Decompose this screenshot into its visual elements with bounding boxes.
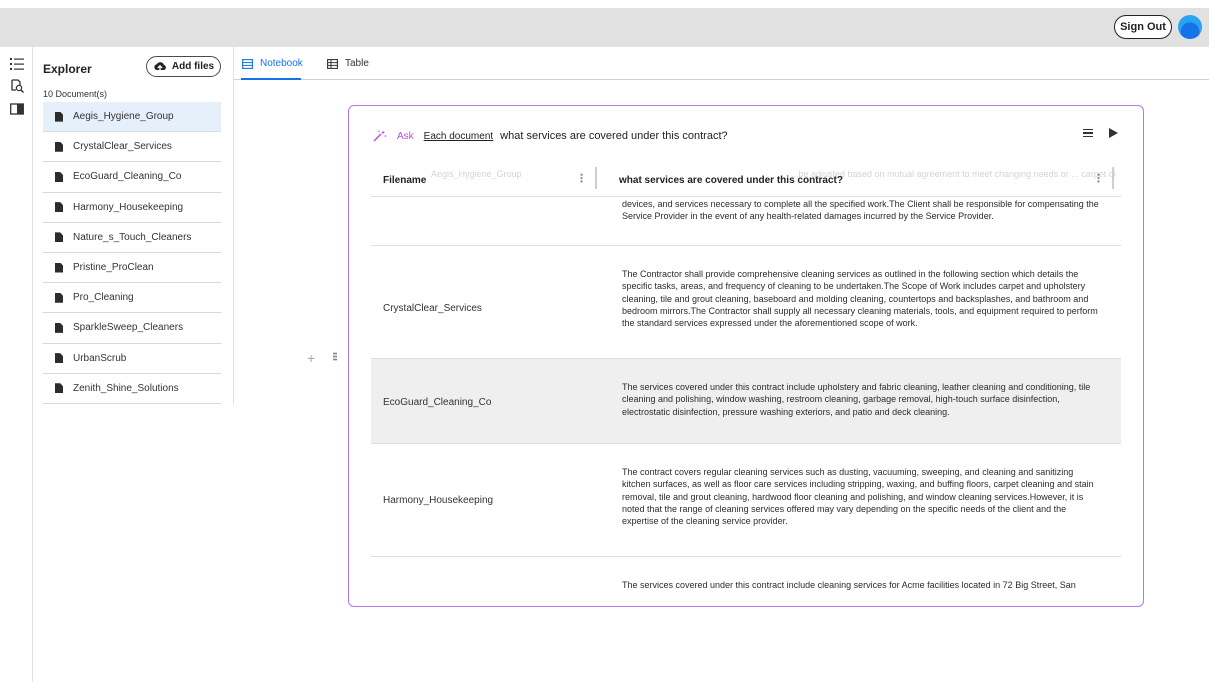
run-icon[interactable] [1109, 128, 1118, 138]
document-item[interactable]: CrystalClear_Services [43, 132, 221, 163]
add-files-label: Add files [171, 61, 215, 72]
column-menu-icon[interactable] [1097, 173, 1100, 183]
left-rail [0, 47, 33, 682]
sign-out-button[interactable]: Sign Out [1114, 15, 1172, 39]
active-tab-indicator [241, 78, 301, 80]
document-list: Aegis_Hygiene_Group CrystalClear_Services… [43, 102, 221, 404]
tab-table[interactable]: Table [327, 58, 369, 69]
document-name: Zenith_Shine_Solutions [73, 382, 179, 394]
document-name: Nature_s_Touch_Cleaners [73, 231, 192, 243]
avatar[interactable] [1178, 15, 1202, 39]
row-answer: devices, and services necessary to compl… [622, 199, 1099, 222]
file-icon [55, 322, 63, 333]
document-name: UrbanScrub [73, 352, 127, 364]
notebook-cell: Ask Each document what services are cove… [348, 105, 1144, 607]
document-item[interactable]: UrbanScrub [43, 344, 221, 374]
table-row[interactable]: The services covered under this contract… [371, 557, 1121, 606]
notebook-icon [242, 58, 253, 69]
scope-selector[interactable]: Each document [424, 131, 494, 142]
document-name: EcoGuard_Cleaning_Co [73, 171, 182, 183]
column-header-question[interactable]: what services are covered under this con… [619, 175, 843, 186]
document-name: Aegis_Hygiene_Group [73, 111, 174, 123]
document-item[interactable]: Pristine_ProClean [43, 253, 221, 284]
file-icon [55, 262, 63, 273]
tab-table-label: Table [345, 58, 369, 69]
document-item[interactable]: EcoGuard_Cleaning_Co [43, 162, 221, 193]
menu-icon[interactable] [1083, 129, 1093, 137]
document-name: Pristine_ProClean [73, 262, 154, 274]
question-text[interactable]: what services are covered under this con… [500, 130, 727, 142]
document-item[interactable]: Harmony_Housekeeping [43, 193, 221, 223]
list-icon[interactable] [10, 57, 24, 71]
tab-notebook-label: Notebook [260, 58, 303, 69]
document-name: Pro_Cleaning [73, 292, 134, 304]
table-icon [327, 58, 338, 69]
add-cell-icon[interactable]: + [307, 350, 315, 366]
table-row[interactable]: Harmony_Housekeeping The contract covers … [371, 444, 1121, 557]
file-icon [55, 232, 63, 243]
add-files-button[interactable]: Add files [146, 56, 221, 77]
view-tabs: Notebook Table [234, 47, 1209, 80]
document-name: Harmony_Housekeeping [73, 201, 184, 213]
document-item[interactable]: Zenith_Shine_Solutions [43, 374, 221, 404]
file-icon [55, 202, 63, 213]
file-icon [55, 292, 63, 303]
table-row[interactable]: CrystalClear_Services The Contractor shal… [371, 246, 1121, 359]
document-item[interactable]: Nature_s_Touch_Cleaners [43, 223, 221, 253]
ask-label: Ask [397, 130, 414, 142]
document-item[interactable]: SparkleSweep_Cleaners [43, 313, 221, 344]
results-table: Aegis_Hygiene_Group ...be adjusted based… [371, 161, 1121, 606]
table-body: devices, and services necessary to compl… [371, 197, 1121, 606]
document-name: SparkleSweep_Cleaners [73, 322, 184, 334]
ghost-filename: Aegis_Hygiene_Group [431, 169, 522, 179]
file-icon [55, 141, 63, 152]
explorer-panel: Explorer Add files 10 Document(s) Aegis_… [33, 47, 234, 404]
column-resize-handle[interactable] [595, 167, 597, 189]
explorer-title: Explorer [43, 62, 92, 76]
magic-wand-icon [373, 130, 387, 142]
file-icon [55, 111, 63, 122]
file-icon [55, 171, 63, 182]
row-answer: The services covered under this contract… [622, 382, 1091, 417]
row-answer: The services covered under this contract… [622, 580, 1076, 590]
column-header-filename[interactable]: Filename [383, 175, 426, 186]
column-resize-handle[interactable] [1112, 167, 1114, 189]
document-count: 10 Document(s) [43, 89, 108, 99]
document-name: CrystalClear_Services [73, 141, 172, 153]
top-bar: Sign Out [0, 8, 1209, 47]
file-icon [55, 383, 63, 394]
ask-row: Ask Each document what services are cove… [373, 128, 1123, 144]
table-row[interactable]: devices, and services necessary to compl… [371, 197, 1121, 246]
row-answer: The Contractor shall provide comprehensi… [622, 269, 1098, 329]
tab-notebook[interactable]: Notebook [242, 58, 303, 69]
row-answer: The contract covers regular cleaning ser… [622, 467, 1094, 527]
table-row[interactable]: EcoGuard_Cleaning_Co The services covered… [371, 359, 1121, 444]
drag-handle-icon[interactable] [333, 352, 337, 361]
row-filename: CrystalClear_Services [383, 303, 482, 314]
panel-icon[interactable] [10, 102, 24, 116]
search-doc-icon[interactable] [10, 79, 24, 93]
document-item[interactable]: Pro_Cleaning [43, 283, 221, 314]
row-filename: Harmony_Housekeeping [383, 495, 494, 506]
row-filename: EcoGuard_Cleaning_Co [383, 397, 492, 408]
document-item[interactable]: Aegis_Hygiene_Group [43, 102, 221, 133]
table-header: Aegis_Hygiene_Group ...be adjusted based… [371, 161, 1121, 197]
column-menu-icon[interactable] [580, 173, 583, 183]
cloud-upload-icon [154, 62, 166, 72]
file-icon [55, 353, 63, 364]
